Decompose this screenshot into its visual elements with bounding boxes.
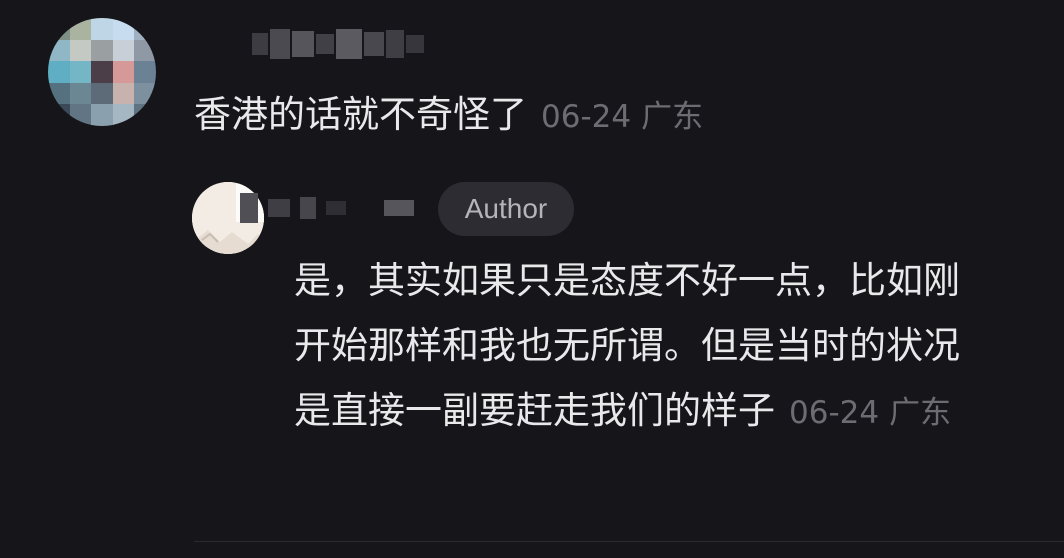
commenter-username[interactable] bbox=[252, 26, 424, 62]
divider bbox=[194, 541, 1064, 542]
pixelated-avatar-icon bbox=[48, 18, 156, 126]
reply-date: 06-24 bbox=[789, 395, 880, 431]
reply-meta: 06-24 广东 bbox=[789, 395, 951, 431]
comment-thread: 香港的话就不奇怪了 06-24 广东 Author 是，其实如果只是态度不好一点，比… bbox=[0, 0, 1064, 558]
comment-date: 06-24 bbox=[541, 99, 632, 135]
author-username[interactable] bbox=[236, 192, 414, 224]
reply-location: 广东 bbox=[889, 395, 952, 431]
author-badge: Author bbox=[438, 182, 574, 236]
comment-meta: 06-24 广东 bbox=[541, 99, 703, 135]
comment-location: 广东 bbox=[641, 99, 704, 135]
comment-body[interactable]: 香港的话就不奇怪了 06-24 广东 bbox=[194, 90, 703, 142]
comment-text: 香港的话就不奇怪了 bbox=[194, 93, 527, 136]
commenter-avatar[interactable] bbox=[48, 18, 156, 126]
reply-body[interactable]: 是，其实如果只是态度不好一点，比如刚开始那样和我也无所谓。但是当时的状况是直接一… bbox=[294, 248, 994, 446]
